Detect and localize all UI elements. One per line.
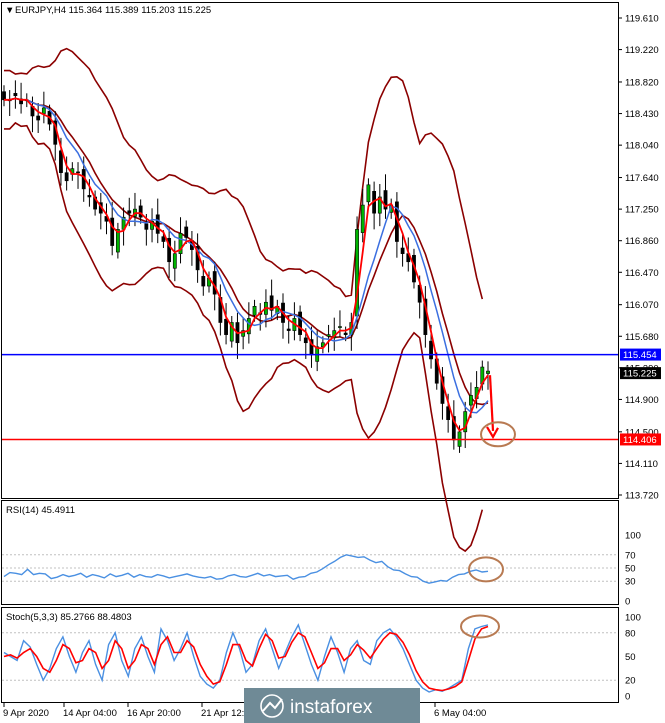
price-tick-label: 119.610 [625, 14, 659, 25]
candle-body [144, 223, 149, 230]
rsi-panel-frame [1, 500, 619, 605]
bollinger-bands [4, 47, 489, 553]
stoch-title: Stoch(5,3,3) 85.2766 88.4803 [6, 612, 132, 623]
price-tick-label: 116.070 [625, 300, 659, 311]
rsi-tick-label: 30 [625, 577, 636, 588]
candle-body [184, 226, 189, 238]
candle-body [366, 184, 371, 203]
candle-body [59, 150, 63, 173]
bollinger-middle-band [4, 97, 489, 406]
rsi-tick-label: 100 [625, 531, 641, 542]
candle-body [155, 214, 160, 234]
candle-body [400, 247, 405, 254]
time-tick-label: 16 Apr 20:00 [127, 708, 181, 719]
candle-body [127, 210, 132, 214]
candle-body [212, 271, 217, 295]
candle-body [486, 370, 490, 374]
candle-body [172, 253, 177, 269]
rsi-indicator: 100 70 50 30 0 [2, 531, 641, 608]
candle-body [469, 395, 473, 406]
time-tick-label: 14 Apr 04:00 [63, 708, 117, 719]
candle-body [138, 205, 143, 218]
candle-body [224, 318, 228, 335]
stoch-tick-label: 0 [625, 692, 630, 703]
candlesticks [2, 80, 490, 453]
stoch-tick-label: 80 [625, 628, 636, 639]
main-price-axis: 119.610 119.220 118.820 118.430 118.040 117.6… [618, 14, 659, 502]
level-price-label: 115.454 [623, 350, 657, 361]
candle-body [338, 326, 342, 328]
main-chart-title: EURJPY,H4 115.364 115.389 115.203 115.22… [15, 5, 211, 16]
main-title-arrow: ▼ [5, 5, 14, 16]
candle-body [303, 337, 308, 344]
candle-body [286, 328, 291, 331]
time-tick-label: 6 May 04:00 [434, 708, 486, 719]
candle-body [76, 171, 80, 174]
candle-body [252, 306, 257, 316]
price-tick-label: 118.430 [625, 109, 659, 120]
eurjpy-chart: 119.610 119.220 118.820 118.430 118.040 117.6… [1, 2, 661, 723]
price-tick-label: 114.110 [625, 459, 658, 470]
rsi-title: RSI(14) 45.4911 [6, 505, 75, 516]
price-levels: 115.454 114.406 115.225 [2, 348, 661, 446]
price-tick-label: 117.250 [625, 205, 659, 216]
stoch-tick-label: 100 [625, 613, 641, 624]
candle-body [13, 93, 18, 97]
rsi-line [3, 554, 489, 584]
price-tick-label: 117.640 [625, 173, 659, 184]
candle-body [201, 276, 206, 287]
rsi-tick-label: 50 [625, 564, 636, 575]
stoch-tick-label: 50 [625, 652, 636, 663]
candle-body [298, 311, 302, 335]
candle-body [41, 107, 46, 114]
current-price-label: 115.225 [623, 369, 657, 380]
price-tick-label: 115.680 [625, 332, 659, 343]
candle-body [360, 204, 365, 233]
price-tick-label: 113.720 [625, 491, 659, 502]
price-tick-label: 116.860 [625, 236, 659, 247]
stoch-signal-line [3, 625, 489, 692]
candle-body [64, 172, 69, 182]
candle-body [2, 91, 6, 101]
forecast-annotations [480, 375, 516, 448]
instaforex-watermark: instaforex [244, 688, 420, 723]
target-highlight-circle [480, 421, 516, 448]
candle-body [36, 115, 41, 121]
price-tick-label: 116.470 [625, 268, 659, 279]
watermark-text: instaforex [290, 697, 373, 718]
price-tick-label: 119.220 [625, 45, 659, 56]
candle-body [343, 332, 348, 335]
candle-body [429, 340, 433, 360]
rsi-highlight-circle [468, 556, 504, 583]
candle-body [326, 334, 331, 337]
candle-body [87, 195, 92, 198]
rsi-tick-label: 70 [625, 550, 636, 561]
level-price-label: 114.406 [623, 435, 657, 446]
price-tick-label: 118.820 [625, 77, 659, 88]
time-tick-label: 9 Apr 2020 [3, 708, 49, 719]
rsi-tick-label: 0 [625, 597, 630, 608]
stoch-tick-label: 20 [625, 676, 636, 687]
price-tick-label: 118.040 [625, 141, 659, 152]
price-tick-label: 114.900 [625, 395, 659, 406]
candle-body [161, 236, 166, 242]
